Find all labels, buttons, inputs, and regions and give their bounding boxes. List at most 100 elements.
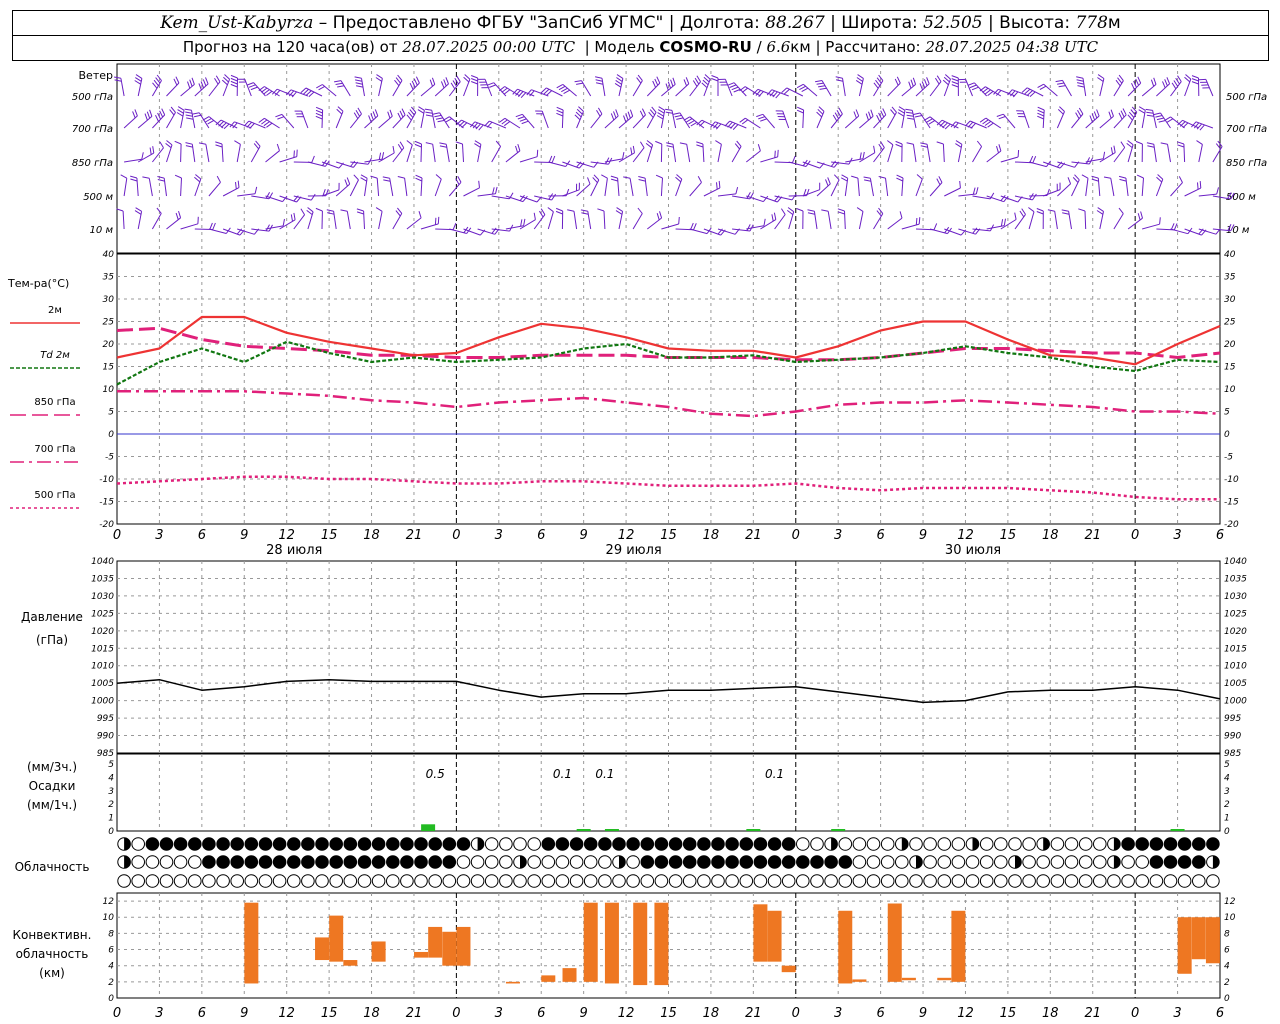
wind-barb-feather — [1146, 142, 1154, 145]
wind-barb-feather — [558, 85, 566, 91]
cloud-symbol — [965, 855, 980, 869]
cloud-symbol — [1078, 837, 1093, 851]
wind-barb-feather — [536, 149, 539, 157]
cloud-symbol — [810, 874, 824, 888]
wind-barb-shaft — [547, 211, 554, 230]
wind-barb-feather — [657, 112, 664, 117]
temperature-panel-ytick-left: -10 — [99, 475, 114, 485]
wind-barb-feather — [237, 180, 240, 188]
wind-barb-feather — [807, 209, 815, 212]
convective-bar — [838, 910, 853, 984]
pressure-panel-ytick-right: 1040 — [1224, 557, 1247, 567]
wind-barb-shaft — [180, 223, 199, 230]
wind-barb-feather — [521, 120, 529, 125]
cloud-symbol — [810, 855, 824, 869]
cloud-symbol — [442, 874, 457, 888]
wind-barb-feather — [202, 116, 210, 121]
wind-barb-feather — [356, 208, 364, 212]
wind-barb-feather — [773, 212, 777, 220]
wind-barb-feather — [630, 147, 633, 155]
wind-barb-feather — [418, 106, 425, 111]
cloud-symbol — [965, 874, 980, 888]
wind-barb-feather — [955, 140, 963, 145]
wind-barb-feather — [1078, 107, 1084, 115]
cloud-symbol — [697, 855, 711, 869]
precipitation-title: Осадки — [29, 779, 76, 793]
wind-barb-feather — [177, 106, 185, 111]
wind-barb-feather — [425, 142, 433, 145]
wind-barb-feather — [895, 140, 903, 145]
cloud-symbol — [979, 874, 994, 888]
wind-barb-feather — [1037, 109, 1045, 114]
cloud-symbol — [1135, 837, 1149, 851]
wind-barb-feather — [316, 84, 323, 89]
wind-barb-feather — [727, 82, 735, 86]
wind-barb-feather — [791, 193, 797, 201]
cloud-symbol — [1192, 855, 1206, 869]
wind-barb-feather — [652, 80, 657, 88]
cloud-symbol — [216, 855, 230, 869]
wind-barb-feather — [300, 208, 306, 215]
wind-barb-feather — [623, 176, 631, 179]
wind-barb-feather — [908, 81, 912, 89]
wind-barb-feather — [414, 140, 422, 145]
wind-barb-feather — [215, 144, 223, 148]
cloud-symbol — [1121, 855, 1135, 869]
wind-barb-feather — [801, 87, 809, 93]
wind-barb-feather — [1158, 120, 1166, 123]
wind-barb-shaft — [236, 144, 241, 163]
cloud-symbol — [937, 855, 952, 869]
wind-barb-feather — [230, 83, 238, 88]
cloud-symbol — [640, 837, 655, 851]
wind-barb-feather — [1164, 79, 1168, 86]
wind-barb-feather — [840, 177, 848, 182]
wind-barb-feather — [1153, 112, 1161, 116]
wind-title: Ветер — [79, 69, 113, 82]
cloud-symbol — [682, 837, 697, 851]
wind-barb-shaft — [404, 178, 408, 197]
wind-barb-feather — [657, 109, 665, 114]
precipitation-bar — [1170, 829, 1185, 831]
wind-barb-shaft — [519, 219, 536, 230]
wind-barb-feather — [353, 112, 359, 119]
temperature-panel-xtick: 15 — [1000, 528, 1017, 543]
wind-barb-feather — [437, 119, 445, 123]
wind-barb-feather — [666, 142, 674, 145]
cloud-symbol — [159, 837, 174, 851]
cloud-symbol — [499, 855, 513, 869]
temperature-panel-xtick: 21 — [406, 528, 423, 543]
convective-panel-xtick: 3 — [155, 1006, 163, 1021]
wind-barb-shaft — [1198, 144, 1203, 163]
temperature-panel-xtick: 21 — [745, 528, 762, 543]
wind-barb-feather — [1173, 223, 1178, 231]
wind-barb-feather — [1131, 82, 1135, 90]
wind-barb-feather — [936, 178, 941, 186]
wind-barb-feather — [610, 178, 618, 182]
wind-barb-feather — [415, 76, 420, 84]
convective-ytick-right: 6 — [1224, 946, 1230, 956]
convective-bar — [781, 965, 796, 973]
wind-barb-shaft — [491, 146, 502, 163]
wind-barb-feather — [1077, 85, 1085, 88]
wind-barb-feather — [853, 111, 857, 119]
convective-panel-xtick: 9 — [580, 1006, 588, 1021]
wind-barb-feather — [517, 143, 521, 151]
cloud-symbol-half — [1043, 837, 1050, 851]
wind-barb-feather — [1191, 75, 1199, 79]
wind-barb-feather — [134, 210, 142, 215]
cloud-symbol — [682, 874, 697, 888]
wind-barb-feather — [975, 187, 979, 195]
wind-barb-feather — [1118, 207, 1124, 214]
wind-barb-feather — [777, 149, 779, 157]
cloud-symbol — [1177, 855, 1192, 869]
temperature-legend-label: 700 гПа — [34, 444, 75, 455]
wind-barb-feather — [120, 174, 128, 179]
wind-barb-feather — [378, 152, 382, 160]
convective-bar — [442, 931, 457, 966]
wind-barb-feather — [880, 141, 885, 148]
wind-level-label-left: 500 гПа — [72, 92, 113, 103]
wind-barb-feather — [711, 78, 719, 82]
wind-barb-feather — [587, 177, 591, 185]
cloud-symbol — [386, 855, 400, 869]
wind-barb-feather — [1089, 115, 1093, 123]
